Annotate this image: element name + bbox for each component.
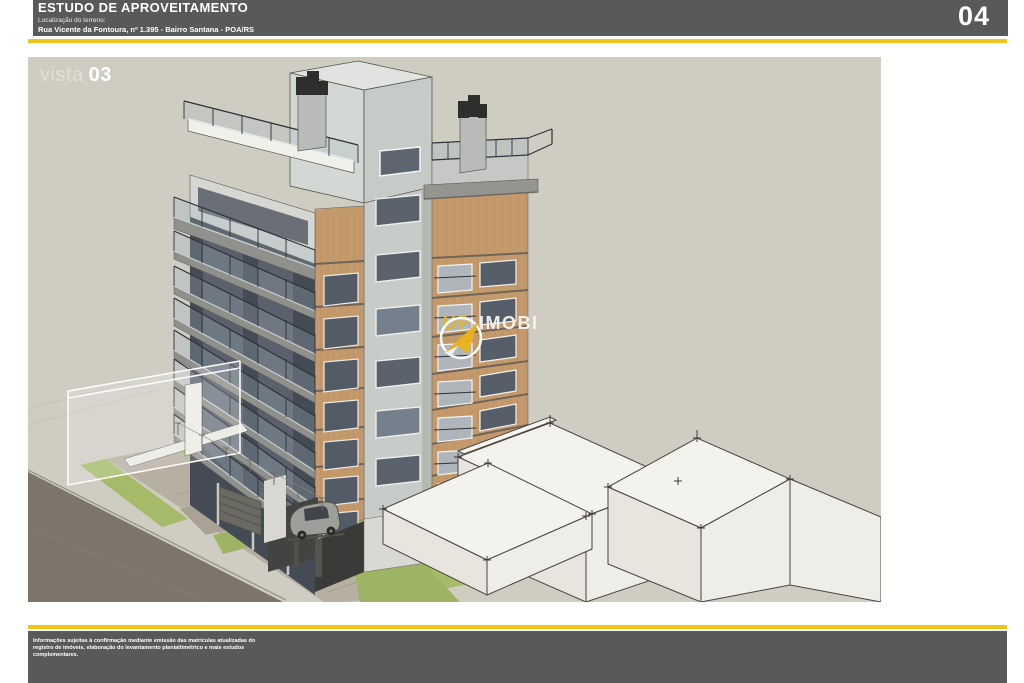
chimney-right <box>458 95 487 118</box>
location-value: Rua Vicente da Fontoura, nº 1.395 - Bair… <box>38 25 254 34</box>
footer-disclaimer: Informações sujeitas à confirmação media… <box>33 638 255 659</box>
tower-window <box>379 146 421 177</box>
brand-watermark: UP IMOBI <box>436 313 539 360</box>
header-bar: ESTUDO DE APROVEITAMENTO Localização do … <box>33 0 1008 36</box>
footer-bar: Informações sujeitas à confirmação media… <box>28 631 1007 683</box>
view-label-number: 03 <box>88 64 112 86</box>
footer-disclaimer-line: complementares. <box>33 651 79 658</box>
presentation-slide: ESTUDO DE APROVEITAMENTO Localização do … <box>0 0 1024 683</box>
view-label: vista 03 <box>40 64 112 87</box>
view-label-prefix: vista <box>40 64 84 86</box>
brand-name-secondary: IMOBI <box>479 313 539 333</box>
arrow-circle-icon <box>439 316 483 360</box>
yellow-divider-bottom <box>28 625 1007 629</box>
location-label: Localização do terreno: <box>38 17 106 24</box>
yellow-divider-top <box>28 39 1007 43</box>
render-viewport: vista 03 UP IMOBI <box>28 57 881 602</box>
footer-disclaimer-line: Informações sujeitas à confirmação media… <box>33 638 256 644</box>
page-number: 04 <box>957 1 990 31</box>
page-title: ESTUDO DE APROVEITAMENTO <box>38 0 249 15</box>
footer-disclaimer-line: registro de imóveis, elaboração do levan… <box>33 644 245 651</box>
